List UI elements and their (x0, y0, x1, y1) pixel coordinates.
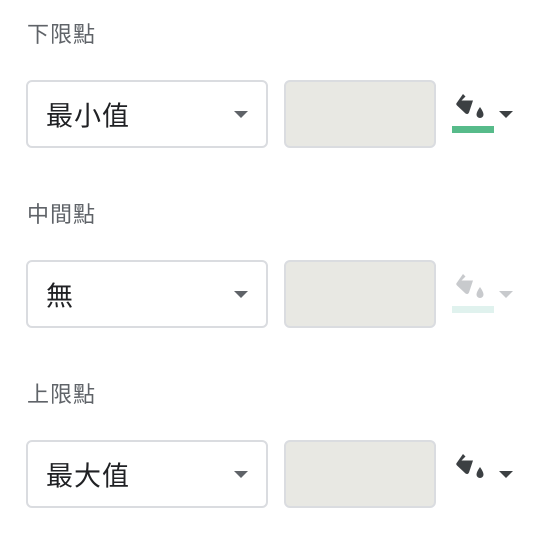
midpoint-type-select[interactable]: 無 (26, 260, 268, 328)
chevron-down-icon (234, 471, 248, 478)
fill-color-icon (456, 94, 484, 118)
minpoint-value-input (284, 80, 436, 148)
chevron-down-icon (499, 471, 513, 478)
midpoint-label: 中間點 (27, 203, 97, 228)
maxpoint-type-select[interactable]: 最大值 (26, 440, 268, 508)
fill-color-icon (456, 274, 484, 298)
minpoint-type-value: 最小值 (46, 101, 130, 133)
minpoint-label: 下限點 (27, 23, 97, 48)
midpoint-type-value: 無 (46, 281, 74, 313)
minpoint-fill-color-button[interactable] (452, 92, 518, 144)
chevron-down-icon (234, 111, 248, 118)
chevron-down-icon (499, 111, 513, 118)
maxpoint-fill-color-button[interactable] (452, 452, 518, 504)
maxpoint-label: 上限點 (27, 383, 97, 408)
fill-color-swatch (452, 306, 494, 313)
midpoint-fill-color-button (452, 272, 518, 324)
minpoint-type-select[interactable]: 最小值 (26, 80, 268, 148)
fill-color-icon (456, 454, 484, 478)
maxpoint-type-value: 最大值 (46, 461, 130, 493)
chevron-down-icon (234, 291, 248, 298)
maxpoint-value-input (284, 440, 436, 508)
midpoint-value-input (284, 260, 436, 328)
chevron-down-icon (499, 291, 513, 298)
fill-color-swatch (452, 126, 494, 133)
fill-color-swatch (452, 486, 494, 493)
